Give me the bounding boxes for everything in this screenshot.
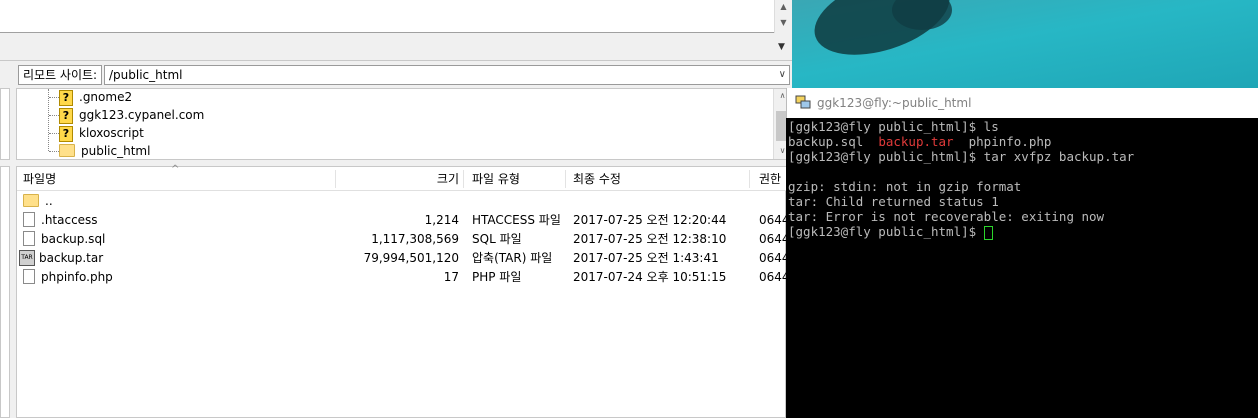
archive-filename: backup.tar xyxy=(878,134,954,149)
panel-splitter[interactable]: ▼ xyxy=(0,34,792,60)
question-icon: ? xyxy=(59,125,73,142)
desktop-wallpaper xyxy=(792,0,1258,88)
terminal-line: [ggk123@fly public_html]$ ls xyxy=(788,119,999,134)
local-list-edge xyxy=(0,166,10,418)
terminal-line: backup.sql backup.tar phpinfo.php xyxy=(788,134,1052,149)
file-icon xyxy=(23,212,35,227)
column-type[interactable]: 파일 유형 xyxy=(472,167,520,191)
tree-item[interactable]: ? kloxoscript xyxy=(59,124,144,142)
file-list-header: ^ 파일명 크기 파일 유형 최종 수정 권한 xyxy=(17,164,787,191)
remote-path-value: /public_html xyxy=(109,68,183,82)
table-row[interactable]: .htaccess 1,214 HTACCESS 파일 2017-07-25 오… xyxy=(17,211,790,230)
parent-directory-row[interactable]: .. xyxy=(17,192,787,211)
terminal-titlebar[interactable]: ggk123@fly:~public_html xyxy=(786,88,1258,118)
terminal-line: tar: Child returned status 1 xyxy=(788,194,999,209)
remote-file-list: ^ 파일명 크기 파일 유형 최종 수정 권한 .. .htaccess 1,2… xyxy=(16,164,790,418)
tree-item-selected[interactable]: public_html xyxy=(59,142,150,160)
archive-icon: TAR xyxy=(19,249,35,266)
remote-directory-tree: ? .gnome2 ? ggk123.cypanel.com ? kloxoscrip… xyxy=(16,88,792,160)
local-panel-scrollbar[interactable]: ▲ ▼ xyxy=(774,0,792,33)
local-tree-edge xyxy=(0,88,10,160)
remote-site-label: 리모트 사이트: xyxy=(18,65,103,85)
terminal-line: tar: Error is not recoverable: exiting n… xyxy=(788,209,1105,224)
putty-icon xyxy=(795,95,811,109)
question-icon: ? xyxy=(59,107,73,124)
terminal-line: gzip: stdin: not in gzip format xyxy=(788,179,1022,194)
table-row[interactable]: backup.sql 1,117,308,569 SQL 파일 2017-07-… xyxy=(17,230,790,249)
remote-site-bar: 리모트 사이트: /public_html ∨ xyxy=(0,60,792,88)
column-modified[interactable]: 최종 수정 xyxy=(573,167,621,191)
file-icon xyxy=(23,269,35,284)
file-icon xyxy=(23,231,35,246)
table-row[interactable]: phpinfo.php 17 PHP 파일 2017-07-24 오후 10:5… xyxy=(17,268,790,287)
chevron-up-icon[interactable]: ▲ xyxy=(775,1,792,13)
chevron-down-icon[interactable]: ▼ xyxy=(775,17,792,29)
terminal-prompt[interactable]: [ggk123@fly public_html]$ xyxy=(788,224,993,240)
remote-path-combo[interactable]: /public_html ∨ xyxy=(104,65,790,85)
question-icon: ? xyxy=(59,89,73,106)
column-permissions[interactable]: 권한 xyxy=(759,167,781,191)
table-row[interactable]: TAR backup.tar 79,994,501,120 압축(TAR) 파일 … xyxy=(17,249,790,268)
terminal-output[interactable]: [ggk123@fly public_html]$ ls backup.sql … xyxy=(786,118,1258,418)
local-file-panel xyxy=(0,0,792,33)
terminal-cursor xyxy=(983,225,993,240)
chevron-down-icon[interactable]: ∨ xyxy=(779,66,786,84)
sort-caret-icon: ^ xyxy=(171,164,180,175)
tree-item[interactable]: ? .gnome2 xyxy=(59,88,132,106)
column-size[interactable]: 크기 xyxy=(337,167,459,191)
tree-item[interactable]: ? ggk123.cypanel.com xyxy=(59,106,204,124)
folder-icon xyxy=(59,144,75,157)
dropdown-arrow-icon[interactable]: ▼ xyxy=(778,42,788,52)
folder-icon xyxy=(23,194,39,207)
terminal-line: [ggk123@fly public_html]$ tar xvfpz back… xyxy=(788,149,1135,164)
terminal-title: ggk123@fly:~public_html xyxy=(817,96,972,110)
column-name[interactable]: 파일명 xyxy=(23,167,56,191)
tree-connector xyxy=(48,89,49,151)
